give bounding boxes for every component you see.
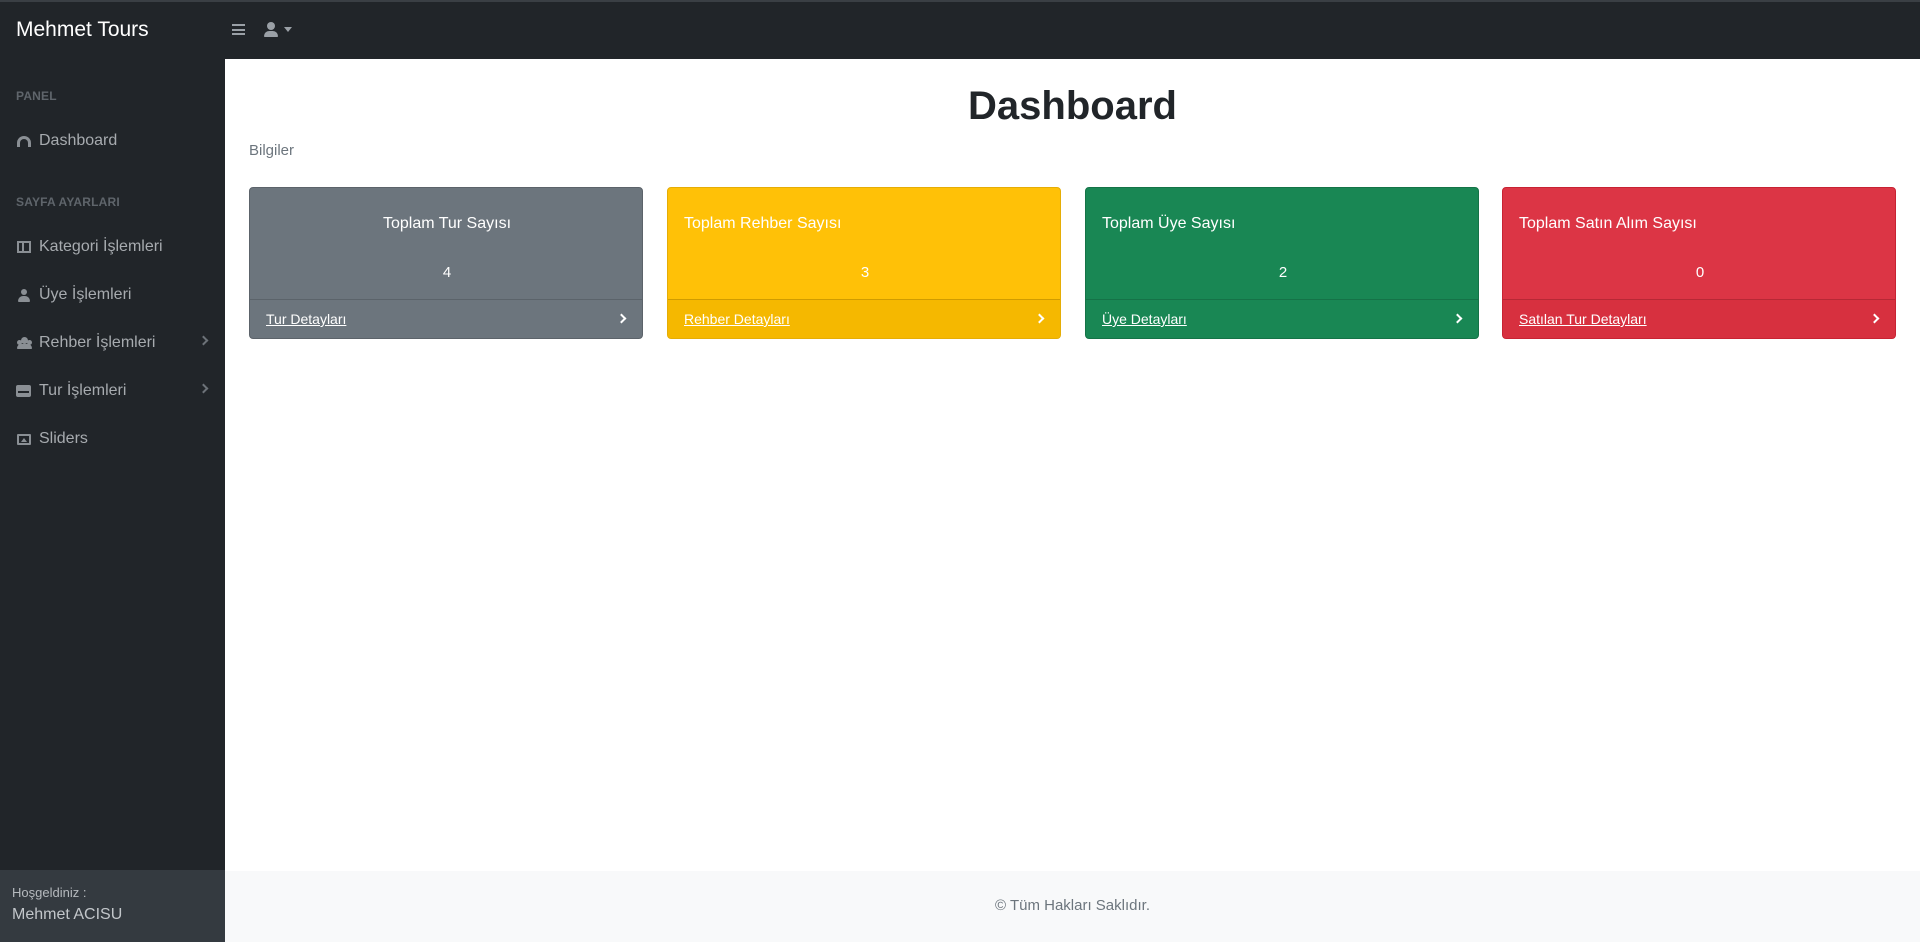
sidebar-heading-panel: PANEL [16, 89, 57, 103]
sidebar-heading-sayfa-ayarlari: SAYFA AYARLARI [16, 195, 120, 209]
main-content: Dashboard Bilgiler Toplam Tur Sayısı 4 T… [225, 59, 1920, 871]
card-title: Toplam Satın Alım Sayısı [1519, 215, 1697, 232]
sidebar-item-label: Sliders [39, 430, 88, 447]
sidebar-item-rehber[interactable]: Rehber İşlemleri [0, 325, 225, 361]
user-icon [16, 288, 31, 302]
card-footer[interactable]: Üye Detayları [1086, 299, 1478, 338]
stat-card-rehber: Toplam Rehber Sayısı 3 Rehber Detayları [667, 187, 1061, 339]
uye-detay-link[interactable]: Üye Detayları [1102, 311, 1187, 327]
sidebar-item-label: Tur İşlemleri [39, 382, 127, 399]
user-menu-toggle[interactable] [263, 22, 292, 37]
stat-card-tur: Toplam Tur Sayısı 4 Tur Detayları [249, 187, 643, 339]
image-icon [16, 433, 31, 446]
sidebar-item-label: Rehber İşlemleri [39, 334, 156, 351]
card-value: 2 [1278, 264, 1288, 281]
chevron-right-icon [1452, 313, 1463, 324]
chevron-right-icon [1034, 313, 1045, 324]
logged-in-user: Mehmet ACISU [12, 906, 123, 923]
stat-card-satin-alim: Toplam Satın Alım Sayısı 0 Satılan Tur D… [1502, 187, 1896, 339]
gauge-icon [16, 135, 31, 148]
table-icon [16, 241, 31, 254]
chevron-right-icon [198, 335, 209, 346]
card-footer[interactable]: Tur Detayları [250, 299, 642, 338]
tur-detay-link[interactable]: Tur Detayları [266, 311, 346, 327]
satilan-tur-detay-link[interactable]: Satılan Tur Detayları [1519, 311, 1647, 327]
sidebar-item-tur[interactable]: Tur İşlemleri [0, 373, 225, 409]
brand-logo[interactable]: Mehmet Tours [16, 18, 149, 42]
sidebar-footer: Hoşgeldiniz : Mehmet ACISU [0, 870, 225, 942]
sidebar-item-kategori[interactable]: Kategori İşlemleri [0, 229, 225, 265]
sidebar-item-label: Üye İşlemleri [39, 286, 132, 303]
sidebar: PANEL Dashboard SAYFA AYARLARI Kategori … [0, 59, 225, 942]
sidebar-item-dashboard[interactable]: Dashboard [0, 123, 225, 159]
card-title: Toplam Rehber Sayısı [684, 215, 842, 232]
chevron-right-icon [616, 313, 627, 324]
navbar-controls [232, 22, 292, 37]
card-value: 4 [442, 264, 452, 281]
card-title: Toplam Tur Sayısı [382, 215, 512, 232]
stat-card-uye: Toplam Üye Sayısı 2 Üye Detayları [1085, 187, 1479, 339]
page-footer: © Tüm Hakları Saklıdır. [225, 871, 1920, 942]
caret-down-icon [284, 27, 292, 32]
user-icon [263, 22, 279, 37]
chevron-right-icon [198, 383, 209, 394]
rehber-detay-link[interactable]: Rehber Detayları [684, 311, 790, 327]
welcome-label: Hoşgeldiniz : [12, 885, 87, 900]
sidebar-item-label: Kategori İşlemleri [39, 238, 163, 255]
sidebar-item-sliders[interactable]: Sliders [0, 421, 225, 457]
chevron-right-icon [1869, 313, 1880, 324]
sidebar-item-label: Dashboard [39, 132, 118, 149]
store-icon [16, 385, 31, 398]
card-value: 3 [860, 264, 870, 281]
sidebar-item-uye[interactable]: Üye İşlemleri [0, 277, 225, 313]
page-title: Dashboard [968, 84, 1177, 128]
top-navbar: Mehmet Tours [0, 0, 1920, 59]
card-footer[interactable]: Satılan Tur Detayları [1503, 299, 1895, 338]
card-footer[interactable]: Rehber Detayları [668, 299, 1060, 338]
card-value: 0 [1695, 264, 1705, 281]
sidebar-toggle-icon[interactable] [232, 24, 245, 35]
card-title: Toplam Üye Sayısı [1102, 215, 1236, 232]
copyright-text: © Tüm Hakları Saklıdır. [995, 897, 1150, 914]
users-icon [16, 337, 32, 350]
breadcrumb: Bilgiler [249, 142, 295, 159]
